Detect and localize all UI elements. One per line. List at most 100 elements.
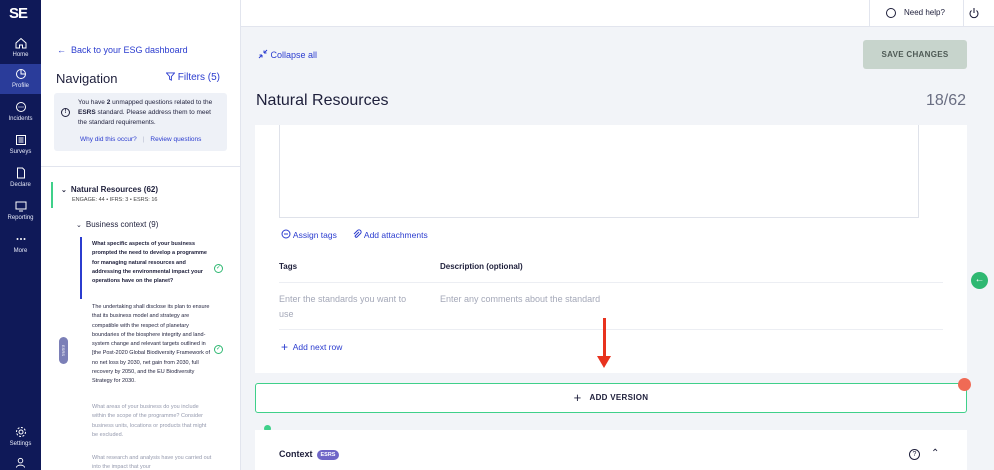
- collapse-icon: [258, 49, 268, 59]
- filters-button[interactable]: Filters (5): [165, 72, 221, 83]
- help-icon[interactable]: ?: [909, 449, 920, 460]
- save-changes-button[interactable]: SAVE CHANGES: [863, 40, 967, 69]
- esrs-badge: ESRS: [316, 450, 340, 460]
- context-title-label: Context: [279, 449, 313, 459]
- back-link[interactable]: ← Back to your ESG dashboard: [57, 45, 188, 55]
- alert-text: standard. Please address them to meet th…: [78, 109, 211, 126]
- power-icon[interactable]: [968, 7, 980, 19]
- esrs-pill: ESRS: [59, 337, 68, 364]
- paperclip-icon: [353, 229, 362, 238]
- need-help-label: Need help?: [904, 8, 945, 17]
- add-version-label: ADD VERSION: [589, 393, 649, 402]
- divider: [41, 166, 241, 167]
- why-occur-link[interactable]: Why did this occur?: [80, 136, 137, 143]
- top-bar: Need help?: [241, 0, 994, 27]
- check-circle-icon: ✓: [214, 345, 223, 354]
- warning-icon: !: [61, 108, 70, 117]
- question-progress: 18/62: [925, 92, 966, 109]
- rail-label: Settings: [9, 441, 32, 447]
- navigation-panel: ← Back to your ESG dashboard Navigation …: [41, 0, 241, 470]
- rail-label: Reporting: [7, 215, 34, 221]
- arrow-left-icon[interactable]: ←: [971, 272, 988, 289]
- page-title: Natural Resources: [256, 92, 389, 109]
- chat-icon: [15, 102, 26, 112]
- question-item[interactable]: The undertaking shall disclose its plan …: [92, 303, 212, 387]
- add-next-row-button[interactable]: + Add next row: [281, 340, 342, 354]
- rail-item-reporting[interactable]: Reporting: [0, 196, 41, 226]
- add-attachments-button[interactable]: Add attachments: [352, 229, 428, 240]
- home-icon: [15, 37, 26, 49]
- app-logo[interactable]: SE: [9, 5, 33, 25]
- assign-tags-label: Assign tags: [292, 230, 337, 240]
- icon-rail: SE Home Profile Incidents Surveys Declar…: [0, 0, 41, 470]
- monitor-icon: [15, 201, 26, 212]
- filter-icon: [165, 72, 176, 81]
- section-natural-resources[interactable]: ⌄ Natural Resources (62): [61, 185, 158, 194]
- unmapped-alert: ! You have 2 unmapped questions related …: [54, 93, 227, 151]
- rail-label: Incidents: [8, 116, 33, 122]
- rail-item-declare[interactable]: Declare: [0, 163, 41, 193]
- alert-text: unmapped questions related to the: [110, 99, 213, 106]
- pie-chart-icon: [15, 69, 26, 79]
- question-item[interactable]: What areas of your business do you inclu…: [92, 403, 212, 440]
- add-attachments-label: Add attachments: [363, 230, 428, 240]
- annotation-arrow: [603, 318, 606, 358]
- rail-label: Declare: [10, 182, 31, 188]
- tags-input[interactable]: Enter the standards you want to use: [279, 292, 419, 322]
- list-icon: [15, 135, 26, 145]
- rail-item-profile[interactable]: Profile: [0, 64, 41, 94]
- navigation-title: Navigation: [56, 71, 118, 86]
- rail-label: Home: [12, 52, 29, 58]
- document-icon: [16, 167, 25, 179]
- chevron-down-icon: ⌄: [61, 187, 67, 194]
- table-divider: [279, 282, 943, 283]
- subsection-title: Business context (9): [85, 220, 159, 229]
- add-next-row-label: Add next row: [292, 342, 343, 352]
- rail-item-more[interactable]: More: [0, 229, 41, 259]
- context-title: Context ESRS: [279, 449, 340, 460]
- collapse-all-label: Collapse all: [270, 50, 318, 60]
- filters-label: Filters (5): [177, 72, 221, 83]
- section-active-indicator: [51, 182, 53, 208]
- gear-icon: [15, 427, 26, 437]
- alert-standard: ESRS: [78, 109, 96, 116]
- annotation-arrow-head: [597, 356, 611, 368]
- question-item[interactable]: What specific aspects of your business p…: [92, 240, 212, 286]
- separator: |: [142, 136, 145, 143]
- section-counts: ENGAGE: 44 • IFRS: 3 • ESRS: 16: [72, 197, 158, 203]
- rail-item-settings[interactable]: Settings: [0, 422, 41, 452]
- check-circle-icon: ✓: [214, 264, 223, 273]
- collapse-all-button[interactable]: Collapse all: [258, 49, 317, 60]
- more-icon: [16, 238, 25, 240]
- add-version-button[interactable]: + ADD VERSION: [255, 383, 967, 413]
- question-active-indicator: [80, 237, 82, 299]
- need-help-button[interactable]: Need help?: [869, 0, 964, 27]
- rail-item-incidents[interactable]: Incidents: [0, 97, 41, 127]
- plus-icon: +: [281, 340, 289, 354]
- question-item[interactable]: What research and analysis have you carr…: [92, 454, 212, 470]
- tag-icon: [281, 229, 291, 239]
- rail-item-surveys[interactable]: Surveys: [0, 130, 41, 160]
- rail-item-home[interactable]: Home: [0, 33, 41, 63]
- review-questions-link[interactable]: Review questions: [150, 136, 201, 143]
- alert-links: Why did this occur? | Review questions: [80, 135, 201, 145]
- column-header-description: Description (optional): [440, 262, 523, 271]
- assign-tags-button[interactable]: Assign tags: [281, 229, 337, 240]
- answer-textarea[interactable]: [279, 125, 919, 218]
- rail-label: Surveys: [9, 149, 32, 155]
- table-divider: [279, 329, 943, 330]
- chevron-up-icon[interactable]: ⌃: [931, 448, 939, 459]
- column-header-tags: Tags: [279, 262, 298, 271]
- click-indicator: [958, 378, 971, 391]
- help-icon: [886, 8, 896, 18]
- subsection-business-context[interactable]: ⌄ Business context (9): [76, 220, 158, 229]
- description-input[interactable]: Enter any comments about the standard: [440, 292, 740, 307]
- context-card: Context ESRS ? ⌃: [255, 430, 967, 470]
- rail-label: Profile: [11, 83, 29, 89]
- user-icon[interactable]: [15, 457, 26, 468]
- chevron-down-icon: ⌄: [76, 222, 82, 229]
- section-title: Natural Resources (62): [70, 185, 159, 194]
- back-link-label: Back to your ESG dashboard: [71, 45, 188, 55]
- alert-text: You have: [78, 99, 107, 106]
- plus-icon: +: [573, 390, 582, 405]
